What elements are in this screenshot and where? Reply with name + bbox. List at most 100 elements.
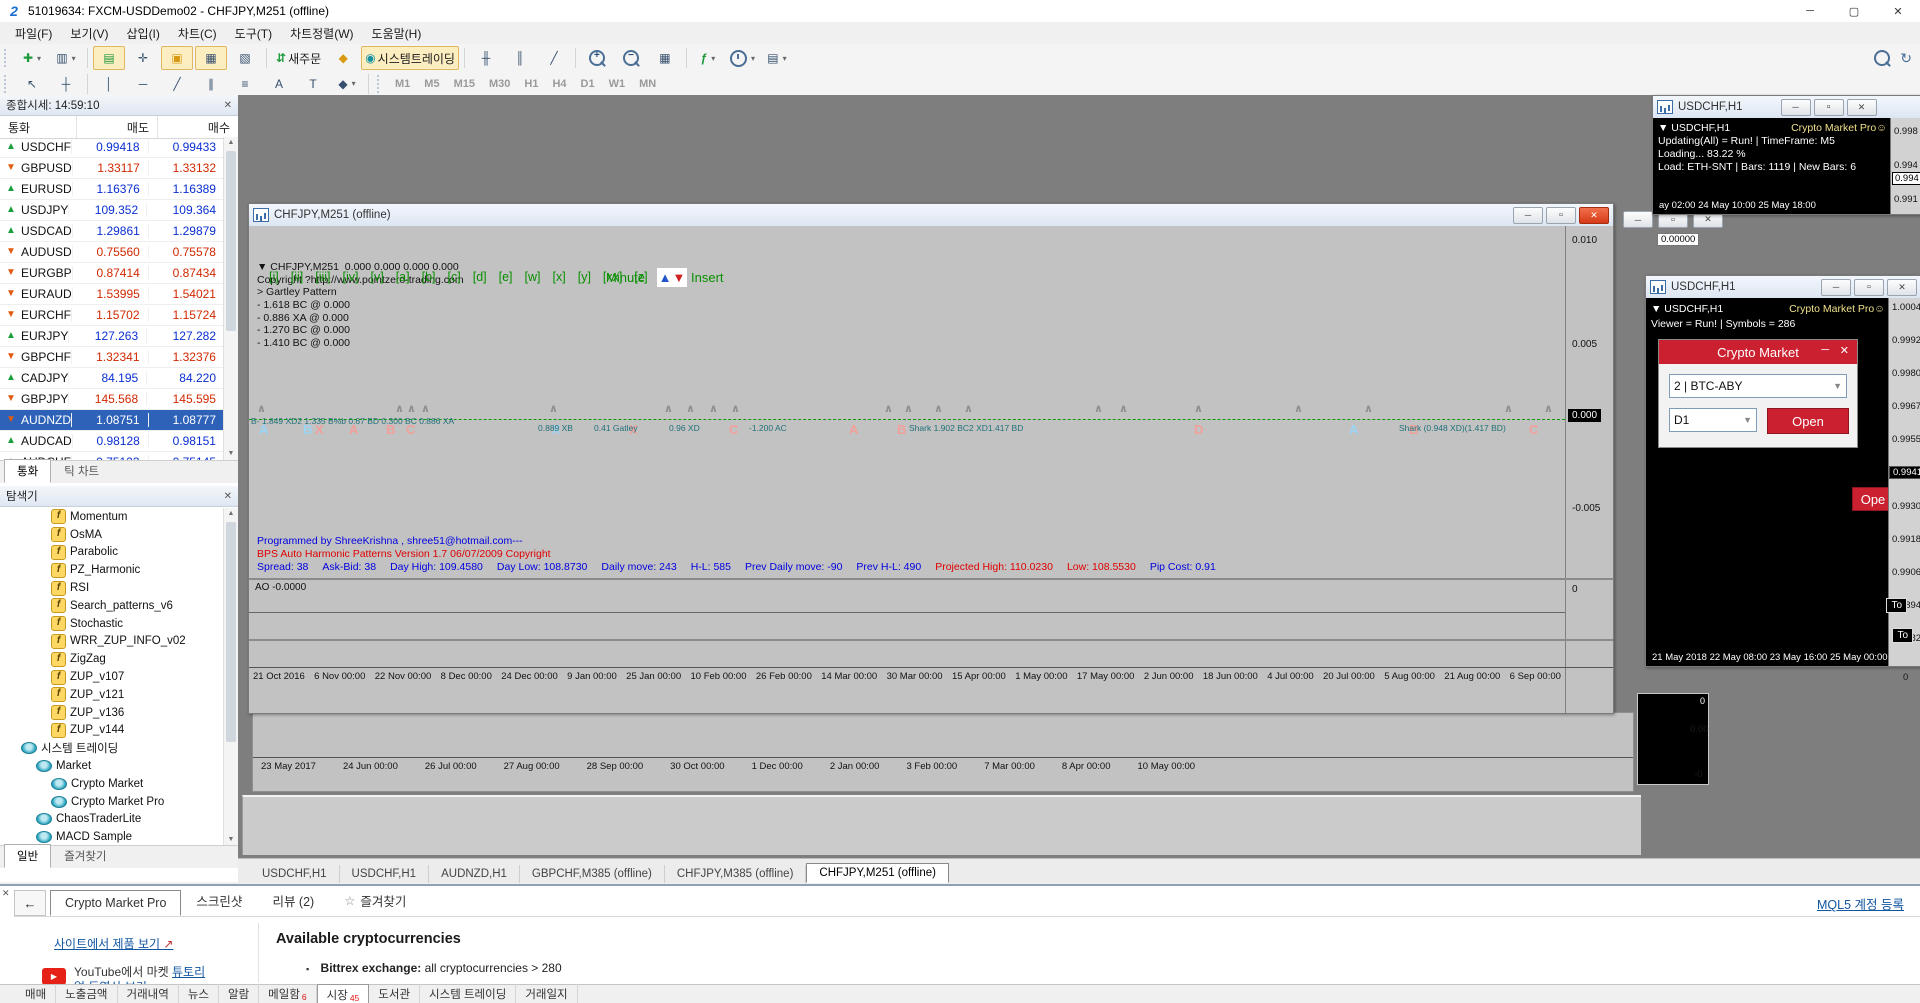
close-button[interactable] xyxy=(1846,98,1877,116)
chart-plot-area[interactable]: ▼ CHFJPY,M251 0.000 0.000 0.000 0.000 Cop… xyxy=(249,226,1613,713)
wave-label-button[interactable]: [c] xyxy=(448,270,461,284)
terminal-close-icon[interactable]: ✕ xyxy=(2,888,10,899)
market-watch-row[interactable]: EURGBP 0.87414 0.87434 xyxy=(0,263,224,284)
new-chart-button[interactable]: ✚ xyxy=(16,46,48,70)
market-watch-row[interactable]: EURUSD 1.16376 1.16389 xyxy=(0,179,224,200)
menu-item[interactable]: 삽입(I) xyxy=(117,22,168,45)
column-bid[interactable]: 매도 xyxy=(76,116,157,138)
periods-button[interactable] xyxy=(726,46,759,70)
timeframe-button[interactable]: M1 xyxy=(389,73,416,95)
market-watch-row[interactable]: AUDUSD 0.75560 0.75578 xyxy=(0,242,224,263)
arrow-updown-icon[interactable]: ▲ ▼ xyxy=(657,268,687,287)
navigator-tab[interactable]: 일반 xyxy=(4,844,52,868)
new-order-button[interactable]: ⇵ 새주문 xyxy=(272,46,325,70)
search-icon[interactable] xyxy=(1874,50,1891,66)
timeframe-select[interactable]: D1 ▼ xyxy=(1669,408,1757,432)
navigator-close-icon[interactable]: ✕ xyxy=(224,491,232,502)
data-window-button[interactable]: ✛ xyxy=(127,46,159,70)
subwindow-separator[interactable] xyxy=(249,578,1613,580)
market-watch-row[interactable]: GBPJPY 145.568 145.595 xyxy=(0,389,224,410)
terminal-section-tab[interactable]: 뉴스 xyxy=(179,984,219,1003)
arrows-button[interactable]: ◆ xyxy=(331,72,363,96)
timeframe-button[interactable]: D1 xyxy=(575,73,601,95)
dialog-minimize-icon[interactable]: ─ xyxy=(1821,344,1829,356)
scroll-thumb[interactable] xyxy=(226,522,236,742)
view-on-site-link[interactable]: 사이트에서 제품 보기 xyxy=(54,935,173,952)
chart-tab[interactable]: USDCHF,H1 xyxy=(250,865,340,883)
wave-label-button[interactable]: [ii] xyxy=(291,270,304,284)
wave-label-button[interactable]: [b] xyxy=(422,270,436,284)
text-button[interactable]: A xyxy=(263,72,295,96)
terminal-section-tab[interactable]: 거래내역 xyxy=(118,984,179,1003)
price-axis[interactable]: 0.998 0.994 0.991 0.994 xyxy=(1890,118,1920,214)
menu-item[interactable]: 보기(V) xyxy=(61,22,117,45)
menu-item[interactable]: 파일(F) xyxy=(6,22,61,45)
vertical-line-button[interactable]: │ xyxy=(93,72,125,96)
dialog-titlebar[interactable]: Crypto Market ─ ✕ xyxy=(1659,340,1857,364)
wave-label-button[interactable]: [e] xyxy=(499,270,513,284)
minimize-button[interactable] xyxy=(1623,211,1653,228)
terminal-section-tab[interactable]: 거래일지 xyxy=(516,984,578,1003)
terminal-tab[interactable]: 스크린샷 xyxy=(181,885,257,916)
column-symbol[interactable]: 통화 xyxy=(0,119,76,136)
navigator-toggle[interactable]: ▣ xyxy=(161,46,193,70)
metaeditor-button[interactable]: ◆ xyxy=(327,46,359,70)
terminal-tab[interactable]: 즐겨찾기 xyxy=(329,885,421,916)
open-button[interactable]: Open xyxy=(1767,408,1849,434)
market-watch-row[interactable]: CADJPY 84.195 84.220 xyxy=(0,368,224,389)
market-watch-row[interactable]: AUDNZD 1.08751 1.08777 xyxy=(0,410,224,431)
toolbar-grip[interactable] xyxy=(4,49,11,67)
minimize-button[interactable] xyxy=(1780,98,1811,116)
channel-button[interactable]: ∥ xyxy=(195,72,227,96)
strategy-tester-button[interactable]: ▧ xyxy=(229,46,261,70)
chart-tab[interactable]: AUDNZD,H1 xyxy=(429,865,520,883)
autotrading-toggle[interactable]: ◉ 시스템트레이딩 xyxy=(361,46,459,70)
youtube-link-part1[interactable]: 튜토리 xyxy=(172,965,205,979)
chart-tab[interactable]: CHFJPY,M251 (offline) xyxy=(806,863,949,883)
market-watch-toggle[interactable]: ▤ xyxy=(93,46,125,70)
timeframe-button[interactable]: H4 xyxy=(546,73,572,95)
column-ask[interactable]: 매수 xyxy=(157,116,238,138)
navigator-item[interactable]: f Crypto Market xyxy=(0,775,224,793)
back-button[interactable]: ← xyxy=(14,890,46,916)
symbol-select[interactable]: 2 | BTC-ABY ▼ xyxy=(1669,374,1847,398)
terminal-section-tab[interactable]: 매매 xyxy=(16,984,57,1003)
navigator-item[interactable]: f Crypto Market Pro xyxy=(0,793,224,811)
scroll-up-icon[interactable]: ▲ xyxy=(224,508,238,520)
menu-item[interactable]: 차트정렬(W) xyxy=(281,22,362,45)
community-icon[interactable]: ↻ xyxy=(1900,50,1912,67)
restore-button[interactable] xyxy=(1813,98,1844,116)
wave-label-button[interactable]: [i] xyxy=(269,270,279,284)
timeframe-button[interactable]: M15 xyxy=(448,73,481,95)
navigator-item[interactable]: f ZUP_v107 xyxy=(0,668,224,686)
chart-tab[interactable]: USDCHF,H1 xyxy=(340,865,430,883)
scroll-up-icon[interactable]: ▲ xyxy=(224,137,238,149)
market-watch-row[interactable]: GBPCHF 1.32341 1.32376 xyxy=(0,347,224,368)
market-watch-row[interactable]: EURCHF 1.15702 1.15724 xyxy=(0,305,224,326)
terminal-section-tab[interactable]: 시스템 트레이딩 xyxy=(420,984,517,1003)
time-axis[interactable]: 21 Oct 2016 6 Nov 00:00 22 Nov 00:00 8 Dec … xyxy=(253,671,1561,682)
line-chart-button[interactable]: ╱ xyxy=(538,46,570,70)
toolbar-grip[interactable] xyxy=(4,74,11,93)
navigator-item[interactable]: f ZigZag xyxy=(0,650,224,668)
app-close-button[interactable] xyxy=(1876,0,1920,22)
market-watch-close-icon[interactable]: ✕ xyxy=(224,100,232,111)
market-watch-row[interactable]: AUDCAD 0.98128 0.98151 xyxy=(0,431,224,452)
subwindow-separator[interactable] xyxy=(249,639,1613,641)
app-maximize-button[interactable] xyxy=(1832,0,1876,22)
wave-label-button[interactable]: [y] xyxy=(578,270,591,284)
candlestick-button[interactable]: ║ xyxy=(504,46,536,70)
wave-label-button[interactable]: [iv] xyxy=(343,270,359,284)
timeframe-button[interactable]: W1 xyxy=(603,73,632,95)
timeframe-button[interactable]: M30 xyxy=(483,73,516,95)
market-watch-tab[interactable]: 틱 차트 xyxy=(51,459,112,483)
timeframe-button[interactable]: MN xyxy=(633,73,662,95)
wave-label-button[interactable]: [x] xyxy=(553,270,566,284)
chart-restore-button[interactable] xyxy=(1546,206,1576,224)
wave-minute-label[interactable]: Minute xyxy=(606,270,645,285)
window-titlebar[interactable]: USDCHF,H1 xyxy=(1646,276,1920,299)
navigator-item[interactable]: f Market xyxy=(0,757,224,775)
dialog-close-icon[interactable]: ✕ xyxy=(1840,344,1849,357)
terminal-section-tab[interactable]: 시장 45 xyxy=(316,983,370,1003)
bar-chart-button[interactable]: ╫ xyxy=(470,46,502,70)
